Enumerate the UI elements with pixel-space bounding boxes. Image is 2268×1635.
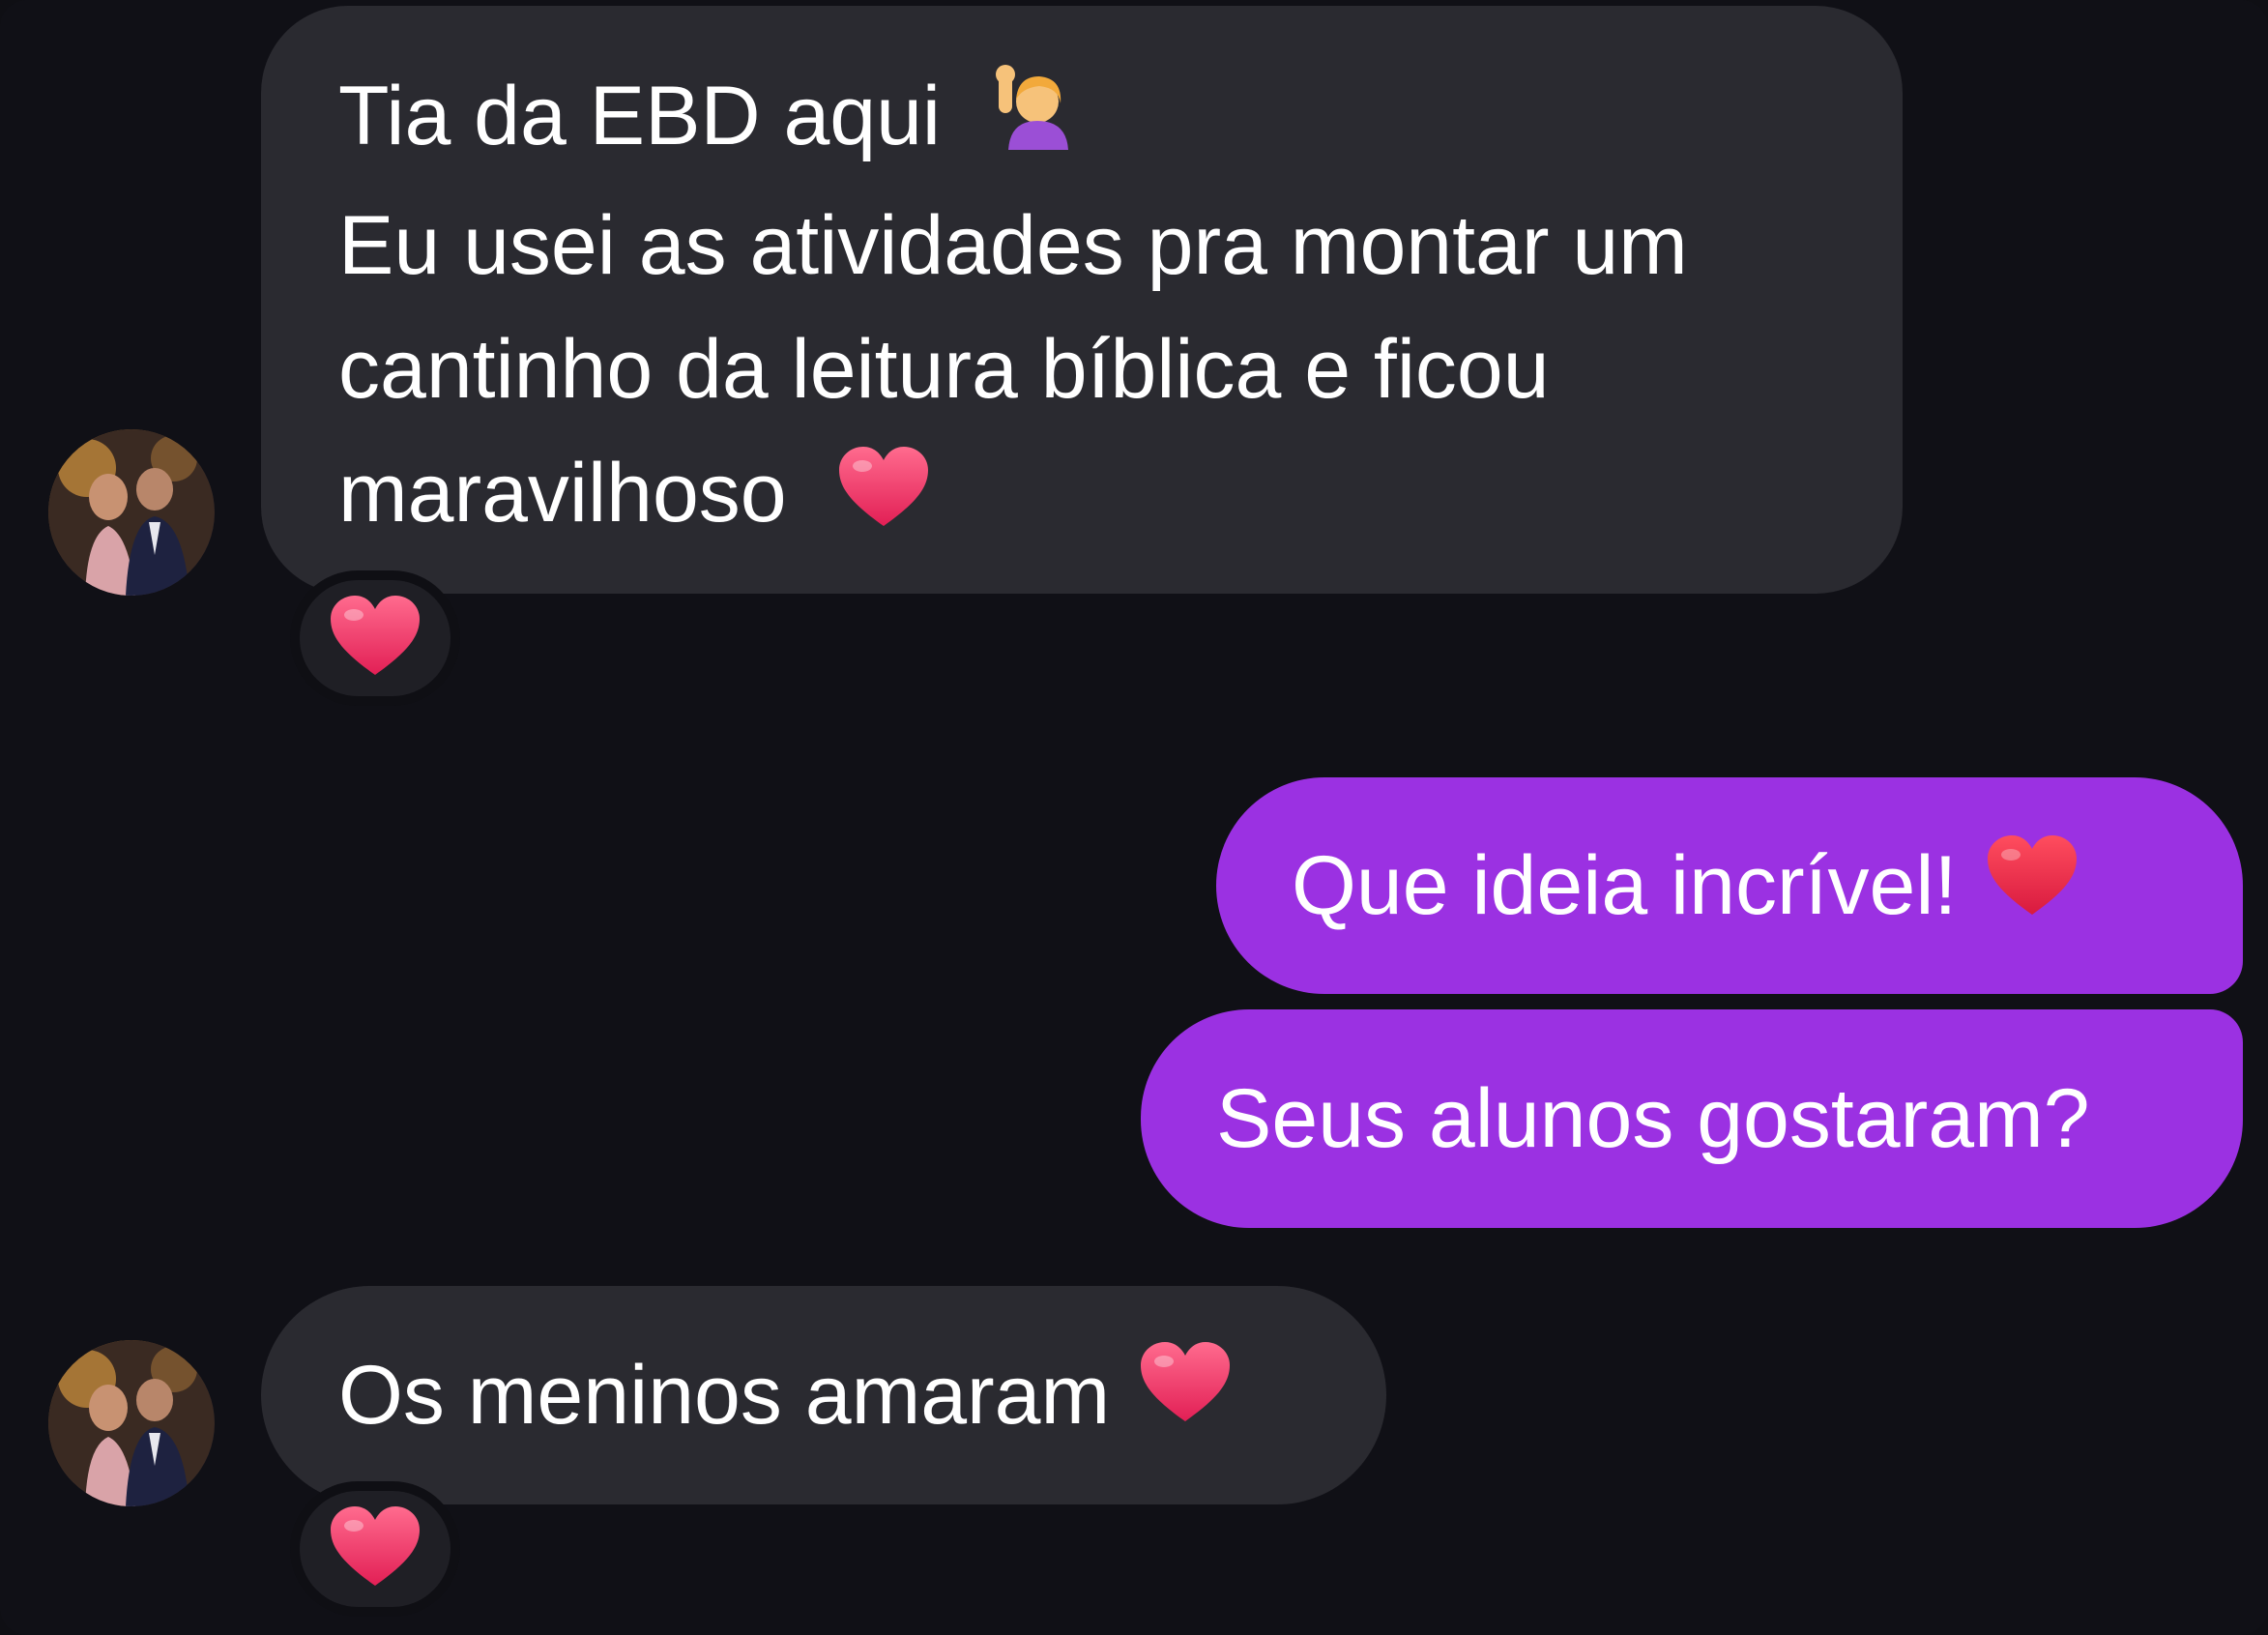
message-text: maravilhoso (338, 447, 787, 540)
outgoing-message[interactable]: Seus alunos gostaram? (1141, 1009, 2243, 1228)
heart-icon (1986, 834, 2079, 937)
message-line: Tia da EBD aqui (338, 54, 1835, 184)
message-line: maravilhoso (338, 431, 1835, 561)
incoming-message[interactable]: Os meninos amaram (261, 1286, 1386, 1504)
contact-avatar[interactable] (48, 429, 215, 596)
heart-icon (329, 595, 422, 682)
chat-thread: Tia da EBD aqui Eu usei as atividades pr… (0, 0, 2268, 1635)
heart-icon (837, 438, 930, 562)
heart-icon (1139, 1333, 1232, 1457)
message-line: Eu usei as atividades pra montar um (338, 199, 1688, 293)
message-text: Tia da EBD aqui (338, 70, 942, 162)
message-text: Que ideia incrível! (1292, 839, 1958, 932)
message-text: Seus alunos gostaram? (1216, 1072, 2090, 1165)
message-reaction[interactable] (290, 570, 460, 706)
message-line: cantinho da leitura bíblica e ficou (338, 323, 1550, 417)
raising-hand-woman-emoji-icon (989, 60, 1074, 184)
outgoing-message[interactable]: Que ideia incrível! (1216, 777, 2243, 994)
incoming-message[interactable]: Tia da EBD aqui Eu usei as atividades pr… (261, 6, 1903, 594)
contact-avatar[interactable] (48, 1340, 215, 1506)
avatar-photo-icon (48, 1340, 215, 1506)
message-reaction[interactable] (290, 1481, 460, 1617)
heart-icon (329, 1505, 422, 1592)
message-text: Os meninos amaram (338, 1349, 1111, 1442)
avatar-photo-icon (48, 429, 215, 596)
